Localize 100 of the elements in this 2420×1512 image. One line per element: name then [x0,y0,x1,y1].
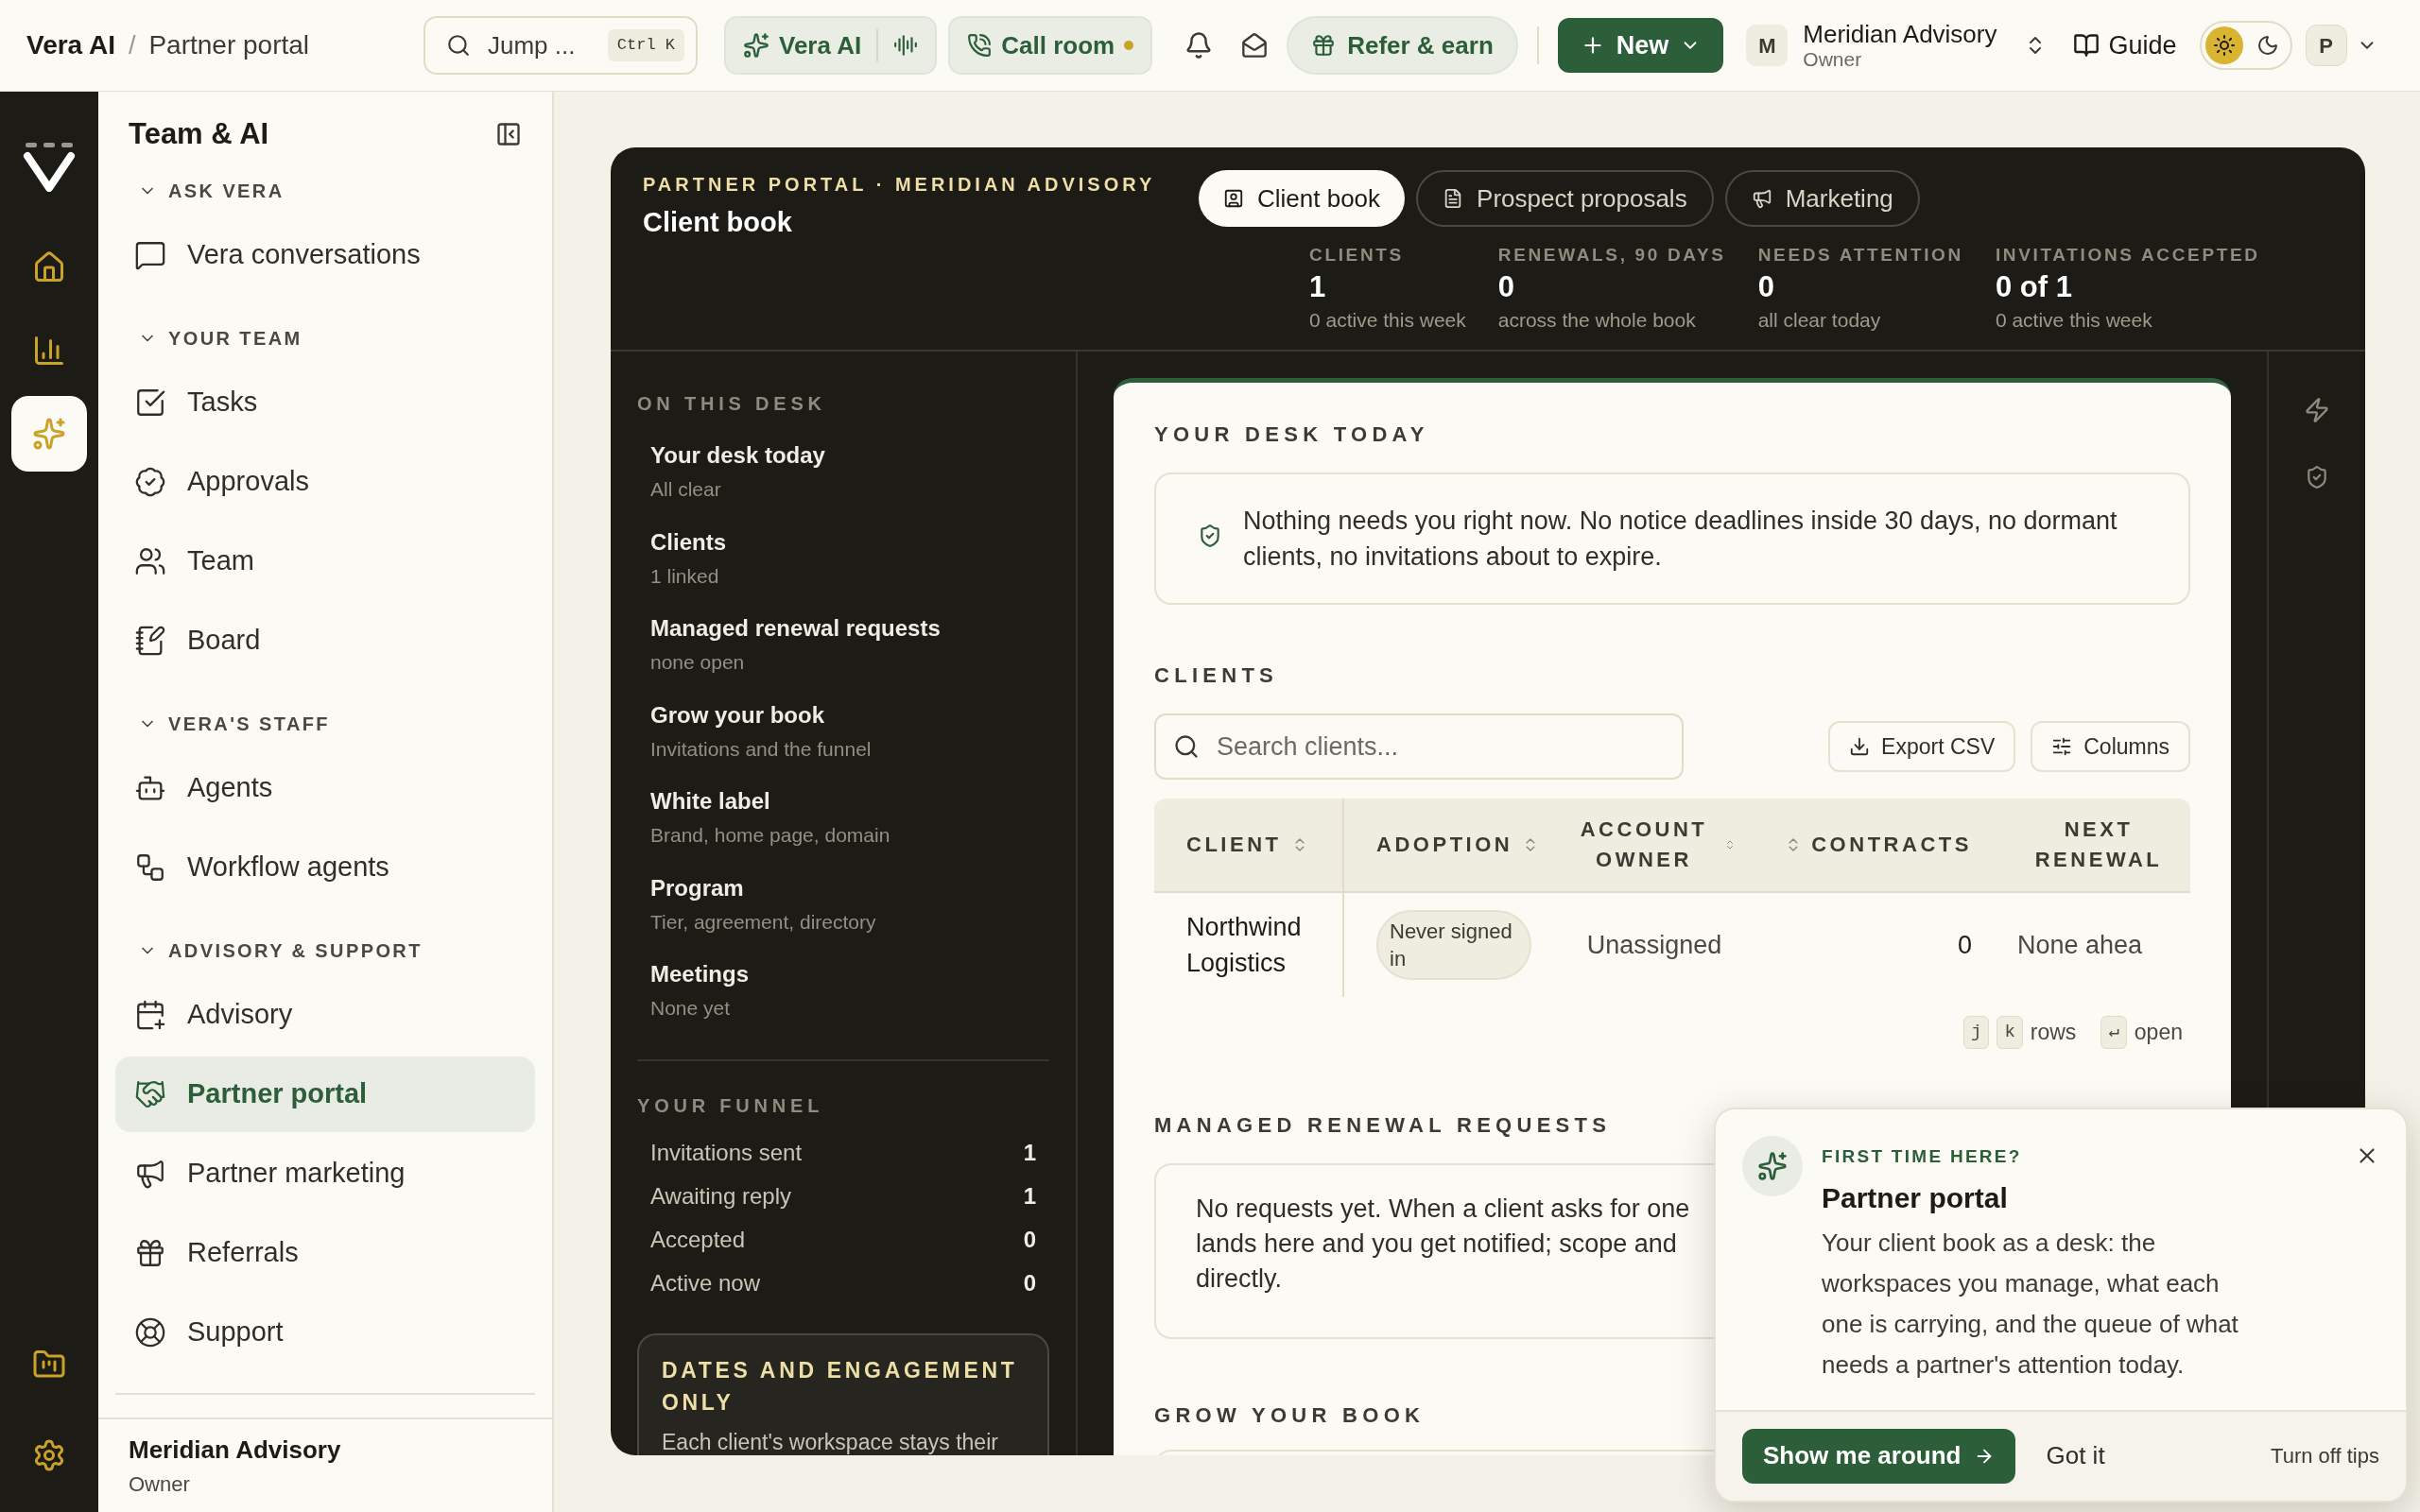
sidebar-item[interactable]: Tasks [115,364,535,440]
shield-check-icon [1198,524,1222,548]
notice-title: DATES AND ENGAGEMENT ONLY [662,1356,1019,1417]
sidebar-item[interactable]: Board [115,602,535,679]
tab[interactable]: Marketing [1724,170,1920,227]
sidebar-item[interactable]: Team [115,523,535,599]
logo-icon [22,141,77,192]
panel-eyebrow: PARTNER PORTAL · MERIDIAN ADVISORY [643,173,1157,197]
stat-value: 0 of 1 [1995,268,2073,305]
section-toggle[interactable]: YOUR TEAM [115,318,302,357]
table-cell[interactable]: Northwind Logistics [1186,909,1310,981]
rail-button[interactable] [11,396,87,472]
primary-button[interactable]: Show me around [1742,1428,2016,1484]
sidebar-title: Team & AI [129,116,269,152]
guide-button[interactable]: Guide [2072,26,2177,65]
section-toggle[interactable]: ADVISORY & SUPPORT [115,931,423,970]
mail-icon [1241,32,1269,59]
empty-state-text: lands here and you get notified; scope and [1196,1228,1677,1260]
funnel-label: Awaiting reply [650,1181,791,1211]
sun-icon[interactable] [2204,26,2243,64]
download-icon [1849,736,1871,757]
contact-icon [1223,188,1244,209]
stat-caption: 0 active this week [1309,308,1466,334]
account-role: Owner [1803,47,1862,70]
tab[interactable]: Prospect proposals [1416,170,1714,227]
stat-caption: all clear today [1757,308,1882,334]
badge-check-icon [134,465,166,498]
tab[interactable]: Client book [1199,170,1406,227]
empty-state-text: directly. [1196,1263,1283,1295]
stat-caption: 0 active this week [1995,308,2153,334]
link-button[interactable]: Turn off tips [2271,1440,2379,1471]
secondary-button[interactable]: Got it [2046,1437,2105,1474]
sidebar-item[interactable]: Referrals [115,1214,535,1291]
desk-nav-item[interactable]: Meetings None yet [637,957,1049,1023]
lightning-icon[interactable] [2304,397,2330,423]
breadcrumb-separator: / [128,29,136,61]
account-switcher[interactable]: M Meridian Advisory Owner [1746,21,2047,70]
stat-label: CLIENTS [1309,244,1405,266]
funnel-value: 1 [1023,1181,1036,1211]
sidebar-item[interactable]: Agents [115,749,535,826]
column-header[interactable]: NEXT RENEWAL [2004,799,2190,891]
notebook-icon [134,624,166,657]
toolbar-button[interactable]: Columns [2031,721,2190,772]
megaphone-icon [1751,188,1772,209]
stat-value: 1 [1309,268,1327,305]
home-icon [32,250,66,284]
sidebar-item[interactable]: Approvals [115,443,535,520]
desk-nav-item[interactable]: Grow your book Invitations and the funnel [637,697,1049,764]
new-button[interactable]: New [1557,18,1724,73]
column-header[interactable]: ACCOUNT OWNER [1541,799,1768,891]
search-icon [1173,733,1200,760]
settings-icon [32,1438,66,1472]
call-room-button[interactable]: Call room [948,16,1153,75]
desk-nav-item[interactable]: Managed renewal requests none open [637,611,1049,678]
user-menu[interactable]: P [2305,25,2377,66]
stat-label: INVITATIONS ACCEPTED [1995,244,2260,266]
funnel-value: 0 [1023,1225,1036,1254]
tip-title: Partner portal [1822,1180,2009,1215]
column-header[interactable]: CONTRACTS [1768,799,2004,891]
section-toggle[interactable]: ASK VERA [115,171,285,210]
table-cell-text: None ahea [2017,929,2143,961]
desk-message: Nothing needs you right now. No notice deadlines inside 30 days, no dormant clients, no invitations about to expire. [1243,506,2118,573]
toolbar-button[interactable]: Export CSV [1828,721,2016,772]
sidebar-item[interactable]: Workflow agents [115,829,535,905]
account-name: Meridian Advisory [1803,21,1997,48]
sparkles-icon [32,417,66,451]
sidebar-item[interactable]: Partner portal [115,1056,535,1132]
desk-nav-item[interactable]: Program Tier, agreement, directory [637,870,1049,936]
voice-wave-icon [893,33,919,58]
sidebar-item[interactable]: Support [115,1294,535,1370]
desk-nav-item[interactable]: White label Brand, home page, domain [637,784,1049,850]
breadcrumb-item: Partner portal [148,29,310,61]
theme-toggle[interactable] [2199,21,2292,70]
collapse-sidebar-icon[interactable] [495,121,522,148]
search-icon [446,33,471,58]
sort-icon [1724,839,1736,850]
column-header[interactable]: CLIENT [1154,799,1344,891]
column-header[interactable]: ADOPTION [1344,799,1541,891]
user-avatar: P [2305,25,2347,66]
shield-check-icon[interactable] [2305,465,2329,490]
refer-button[interactable]: Refer & earn [1287,16,1518,75]
breadcrumb-item[interactable]: Vera AI [26,26,115,65]
empty-state-text: No requests yet. When a client asks for one [1196,1193,1690,1225]
section-toggle[interactable]: VERA'S STAFF [115,704,330,743]
stat-caption: across the whole book [1497,308,1697,334]
desk-nav-item[interactable]: Your desk today All clear [637,438,1049,505]
stat-value: 0 [1497,268,1515,305]
section-heading: YOUR DESK TODAY [1154,421,1430,448]
gift-icon [1311,33,1337,58]
assistant-button[interactable]: Vera AI [724,16,938,75]
sidebar-item[interactable]: Vera conversations [115,216,535,293]
client-search-field[interactable]: Search clients... [1154,713,1684,780]
bar-chart-icon [32,334,66,368]
sliders-icon [2051,736,2073,757]
notice-text: Each client's workspace stays their [662,1428,999,1455]
sidebar-item[interactable]: Partner marketing [115,1135,535,1211]
stat-label: NEEDS ATTENTION [1757,244,1963,266]
keyboard-key: j [1963,1016,1990,1049]
desk-nav-item[interactable]: Clients 1 linked [637,524,1049,591]
sidebar-item[interactable]: Advisory [115,976,535,1053]
